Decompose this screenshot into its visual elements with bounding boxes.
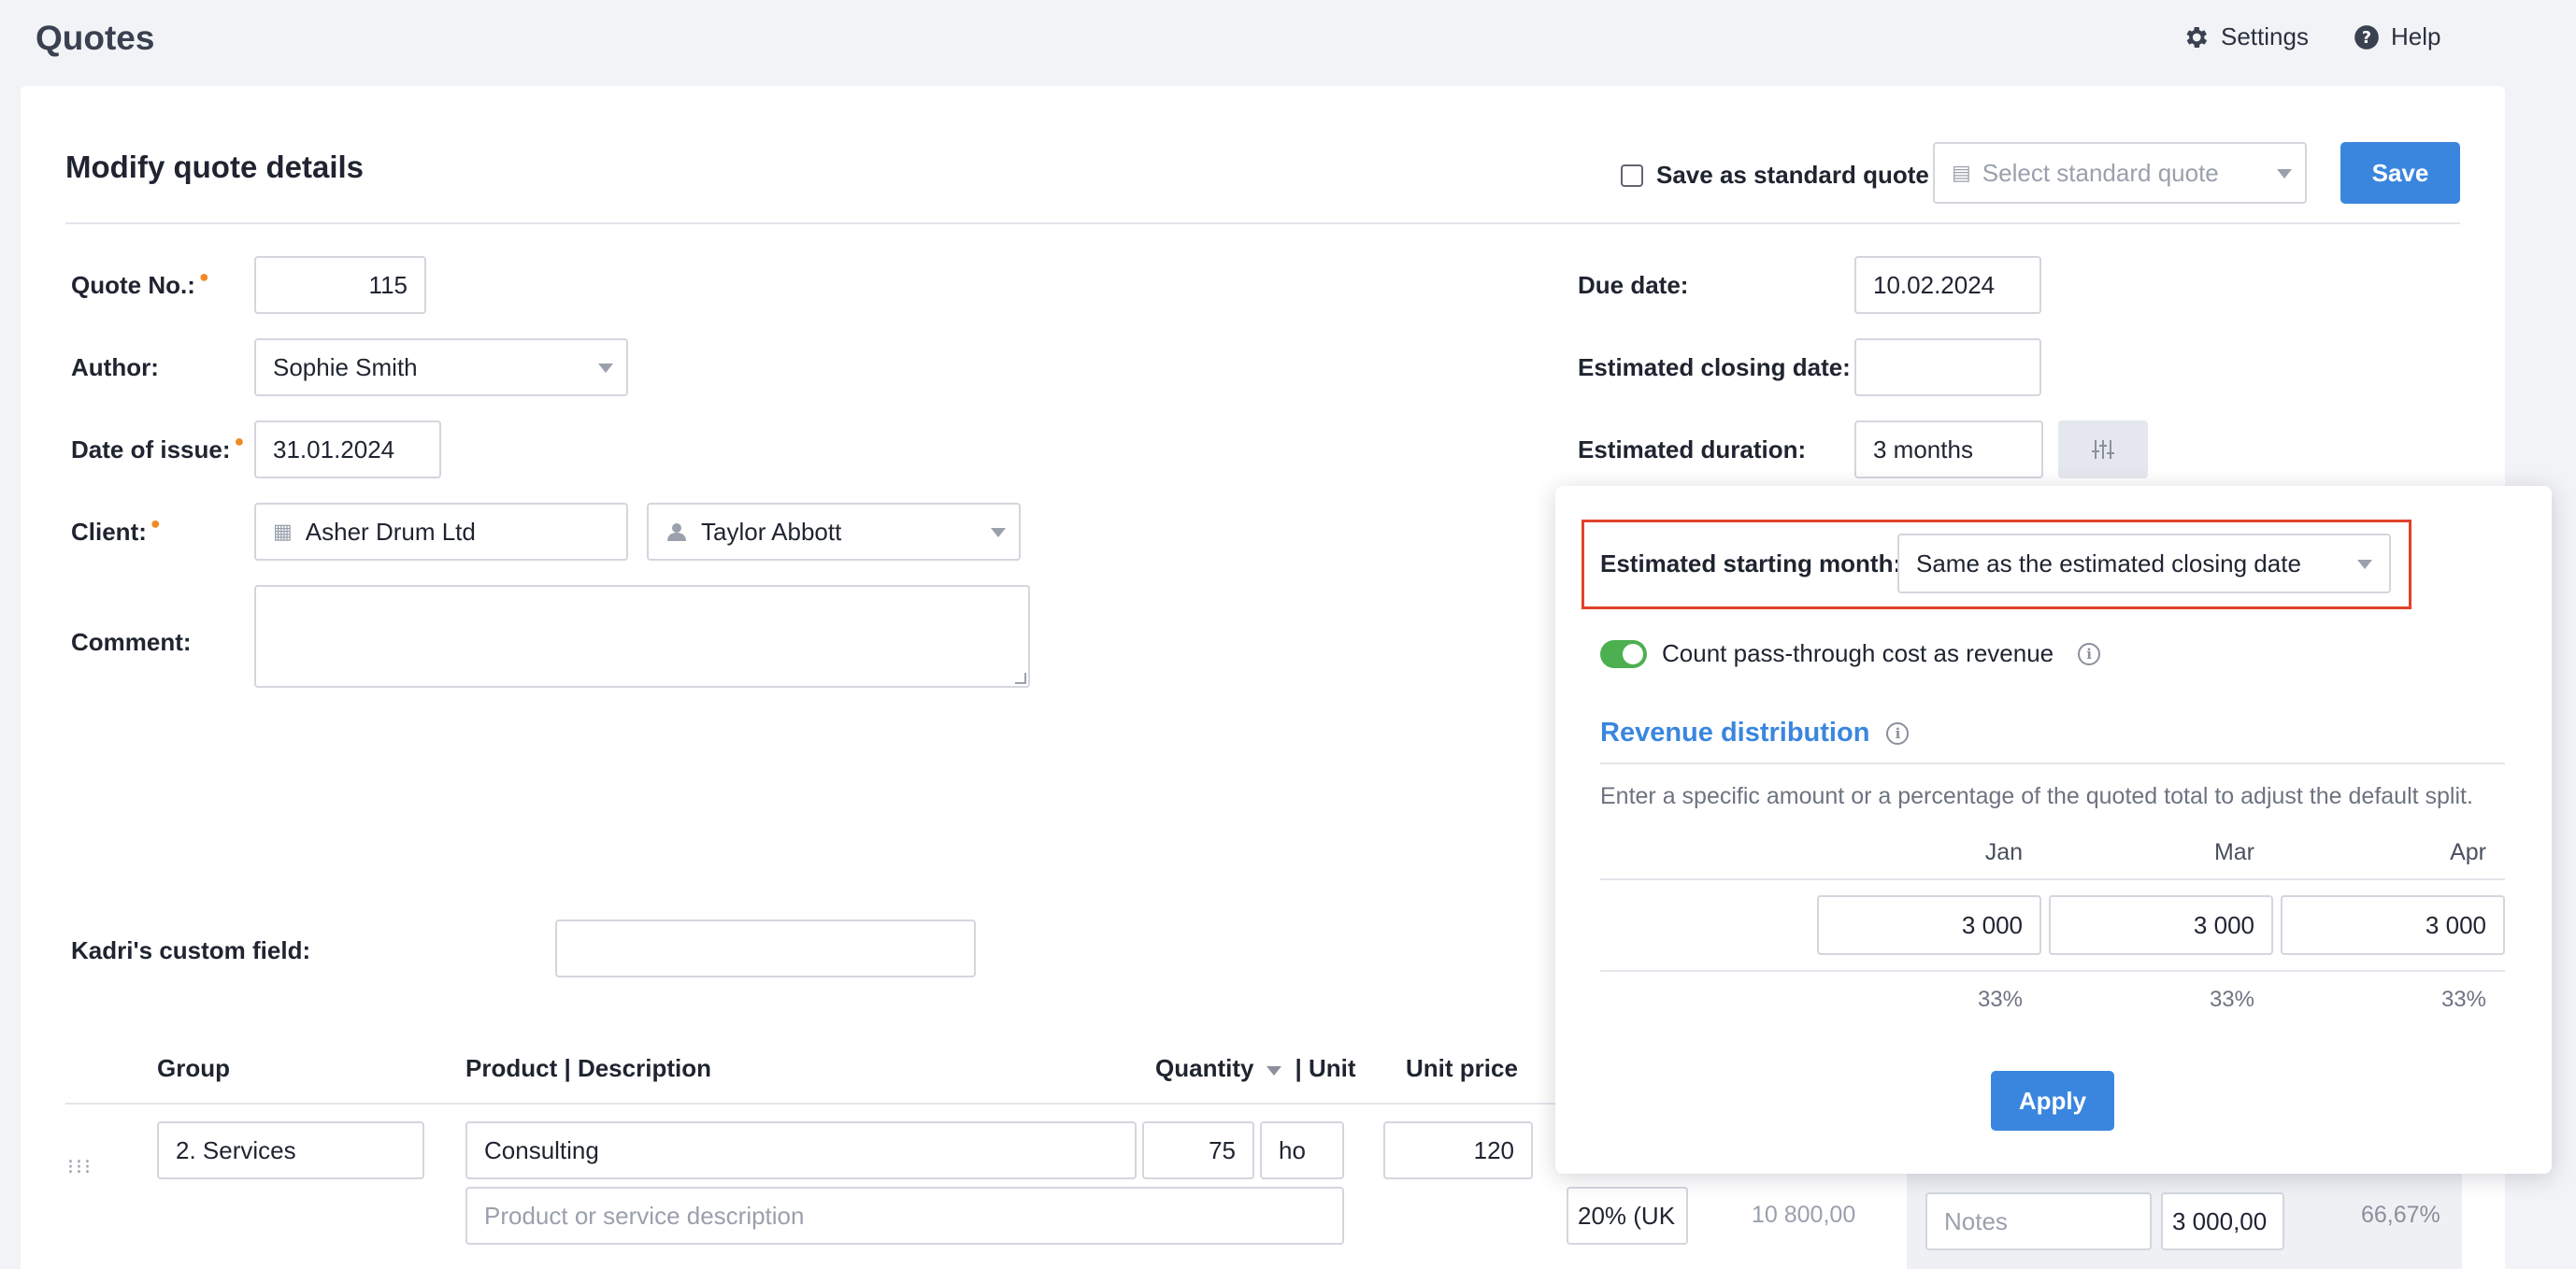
col-unit-header: | Unit [1295,1054,1356,1082]
save-button[interactable]: Save [2340,142,2460,204]
page-title: Quotes [36,19,155,57]
svg-text:?: ? [2362,28,2371,47]
custom-field-label: Kadri's custom field: [71,936,311,964]
revenue-distribution-heading: Revenue distribution i [1600,718,1910,749]
month-apr-header: Apr [2450,839,2486,865]
person-icon [667,523,686,541]
month-mar-header: Mar [2213,839,2254,865]
standard-quote-select[interactable]: ▤ Select standard quote [1933,142,2307,204]
pass-through-label: Count pass-through cost as revenue [1662,639,2054,667]
duration-settings-button[interactable] [2058,421,2148,478]
chevron-down-icon [2277,169,2292,178]
row-total: 10 800,00 [1752,1202,1856,1228]
save-as-standard[interactable]: Save as standard quote [1621,161,1929,190]
description-placeholder: Product or service description [484,1201,805,1230]
form-title: Modify quote details [65,150,365,184]
row-notes-input[interactable]: Notes [1925,1192,2152,1250]
help-link[interactable]: ? Help [2354,22,2440,51]
date-of-issue-label: Date of issue: ● [71,432,245,463]
client-company-select[interactable]: ▦ Asher Drum Ltd [254,503,628,561]
client-contact-value: Taylor Abbott [701,517,842,546]
row-cost-input[interactable]: 3 000,00 [2161,1192,2284,1250]
save-as-standard-label: Save as standard quote [1656,161,1929,189]
est-duration-input[interactable]: 3 months [1854,421,2043,478]
info-icon[interactable]: i [2078,642,2101,665]
month-apr-amount-input[interactable]: 3 000 [2281,895,2505,955]
est-closing-label: Estimated closing date: [1578,353,1851,381]
quote-no-input[interactable]: 115 [254,256,426,314]
sliders-icon [2092,440,2114,459]
quote-no-label: Quote No.: ● [71,267,209,299]
month-jan-pct: 33% [1977,987,2023,1012]
row-group-input[interactable]: 2. Services [157,1121,424,1179]
sort-down-icon[interactable] [1267,1065,1282,1076]
comment-textarea[interactable] [254,585,1030,688]
client-label: Client: ● [71,514,161,546]
due-date-label: Due date: [1578,271,1689,299]
save-as-standard-checkbox[interactable] [1621,164,1643,187]
document-icon: ▤ [1952,161,1971,184]
client-company-value: Asher Drum Ltd [305,517,476,546]
drag-handle-icon[interactable]: ⁝⁝⁝ [67,1155,93,1179]
months-divider [1600,878,2505,880]
notes-placeholder: Notes [1944,1206,2008,1235]
col-product-header: Product | Description [465,1054,711,1082]
row-unit-input[interactable]: ho [1260,1121,1344,1179]
est-closing-input[interactable] [1854,338,2041,396]
building-icon: ▦ [273,520,293,543]
help-icon: ? [2354,24,2379,50]
row-vat-select[interactable]: 20% (UK [1567,1187,1688,1245]
amounts-divider [1600,970,2505,972]
standard-quote-placeholder: Select standard quote [1982,158,2219,187]
col-quantity-header[interactable]: Quantity | Unit [1155,1054,1356,1083]
header-divider [65,222,2460,224]
row-margin: 66,67% [2361,1202,2440,1228]
month-jan-amount-input[interactable]: 3 000 [1817,895,2041,955]
month-jan-header: Jan [1984,839,2023,865]
table-header-divider [65,1103,1561,1105]
row-unit-price-input[interactable]: 120 [1383,1121,1533,1179]
month-apr-pct: 33% [2440,987,2486,1012]
client-contact-select[interactable]: Taylor Abbott [647,503,1021,561]
row-product-input[interactable]: Consulting [465,1121,1137,1179]
revenue-title: Revenue distribution [1600,718,1870,748]
chevron-down-icon [991,528,1006,537]
row-description-textarea[interactable]: Product or service description [465,1187,1344,1245]
author-select[interactable]: Sophie Smith [254,338,628,396]
help-label: Help [2391,22,2441,50]
revenue-hint: Enter a specific amount or a percentage … [1600,783,2473,809]
month-mar-pct: 33% [2209,987,2254,1012]
col-unit-price-header: Unit price [1406,1054,1518,1082]
author-label: Author: [71,353,159,381]
chevron-down-icon [598,364,613,373]
settings-link[interactable]: Settings [2182,22,2309,51]
starting-month-value: Same as the estimated closing date [1916,549,2301,577]
month-mar-amount-input[interactable]: 3 000 [2049,895,2273,955]
comment-label: Comment: [71,628,192,656]
gear-icon [2186,26,2208,48]
pass-through-row: Count pass-through cost as revenue i [1600,639,2101,668]
due-date-input[interactable]: 10.02.2024 [1854,256,2041,314]
date-of-issue-input[interactable]: 31.01.2024 [254,421,441,478]
pass-through-toggle[interactable] [1600,639,1647,668]
resize-handle-icon[interactable] [1015,673,1026,684]
author-value: Sophie Smith [273,352,418,381]
info-icon[interactable]: i [1886,721,1910,745]
chevron-down-icon [2357,560,2372,569]
col-group-header: Group [157,1054,230,1082]
settings-label: Settings [2221,22,2309,50]
custom-field-input[interactable] [555,920,976,977]
starting-month-select[interactable]: Same as the estimated closing date [1897,534,2391,593]
row-quantity-input[interactable]: 75 [1142,1121,1254,1179]
apply-button[interactable]: Apply [1991,1071,2114,1131]
starting-month-label: Estimated starting month: [1600,549,1902,577]
revenue-divider [1600,763,2505,764]
est-duration-label: Estimated duration: [1578,435,1807,463]
